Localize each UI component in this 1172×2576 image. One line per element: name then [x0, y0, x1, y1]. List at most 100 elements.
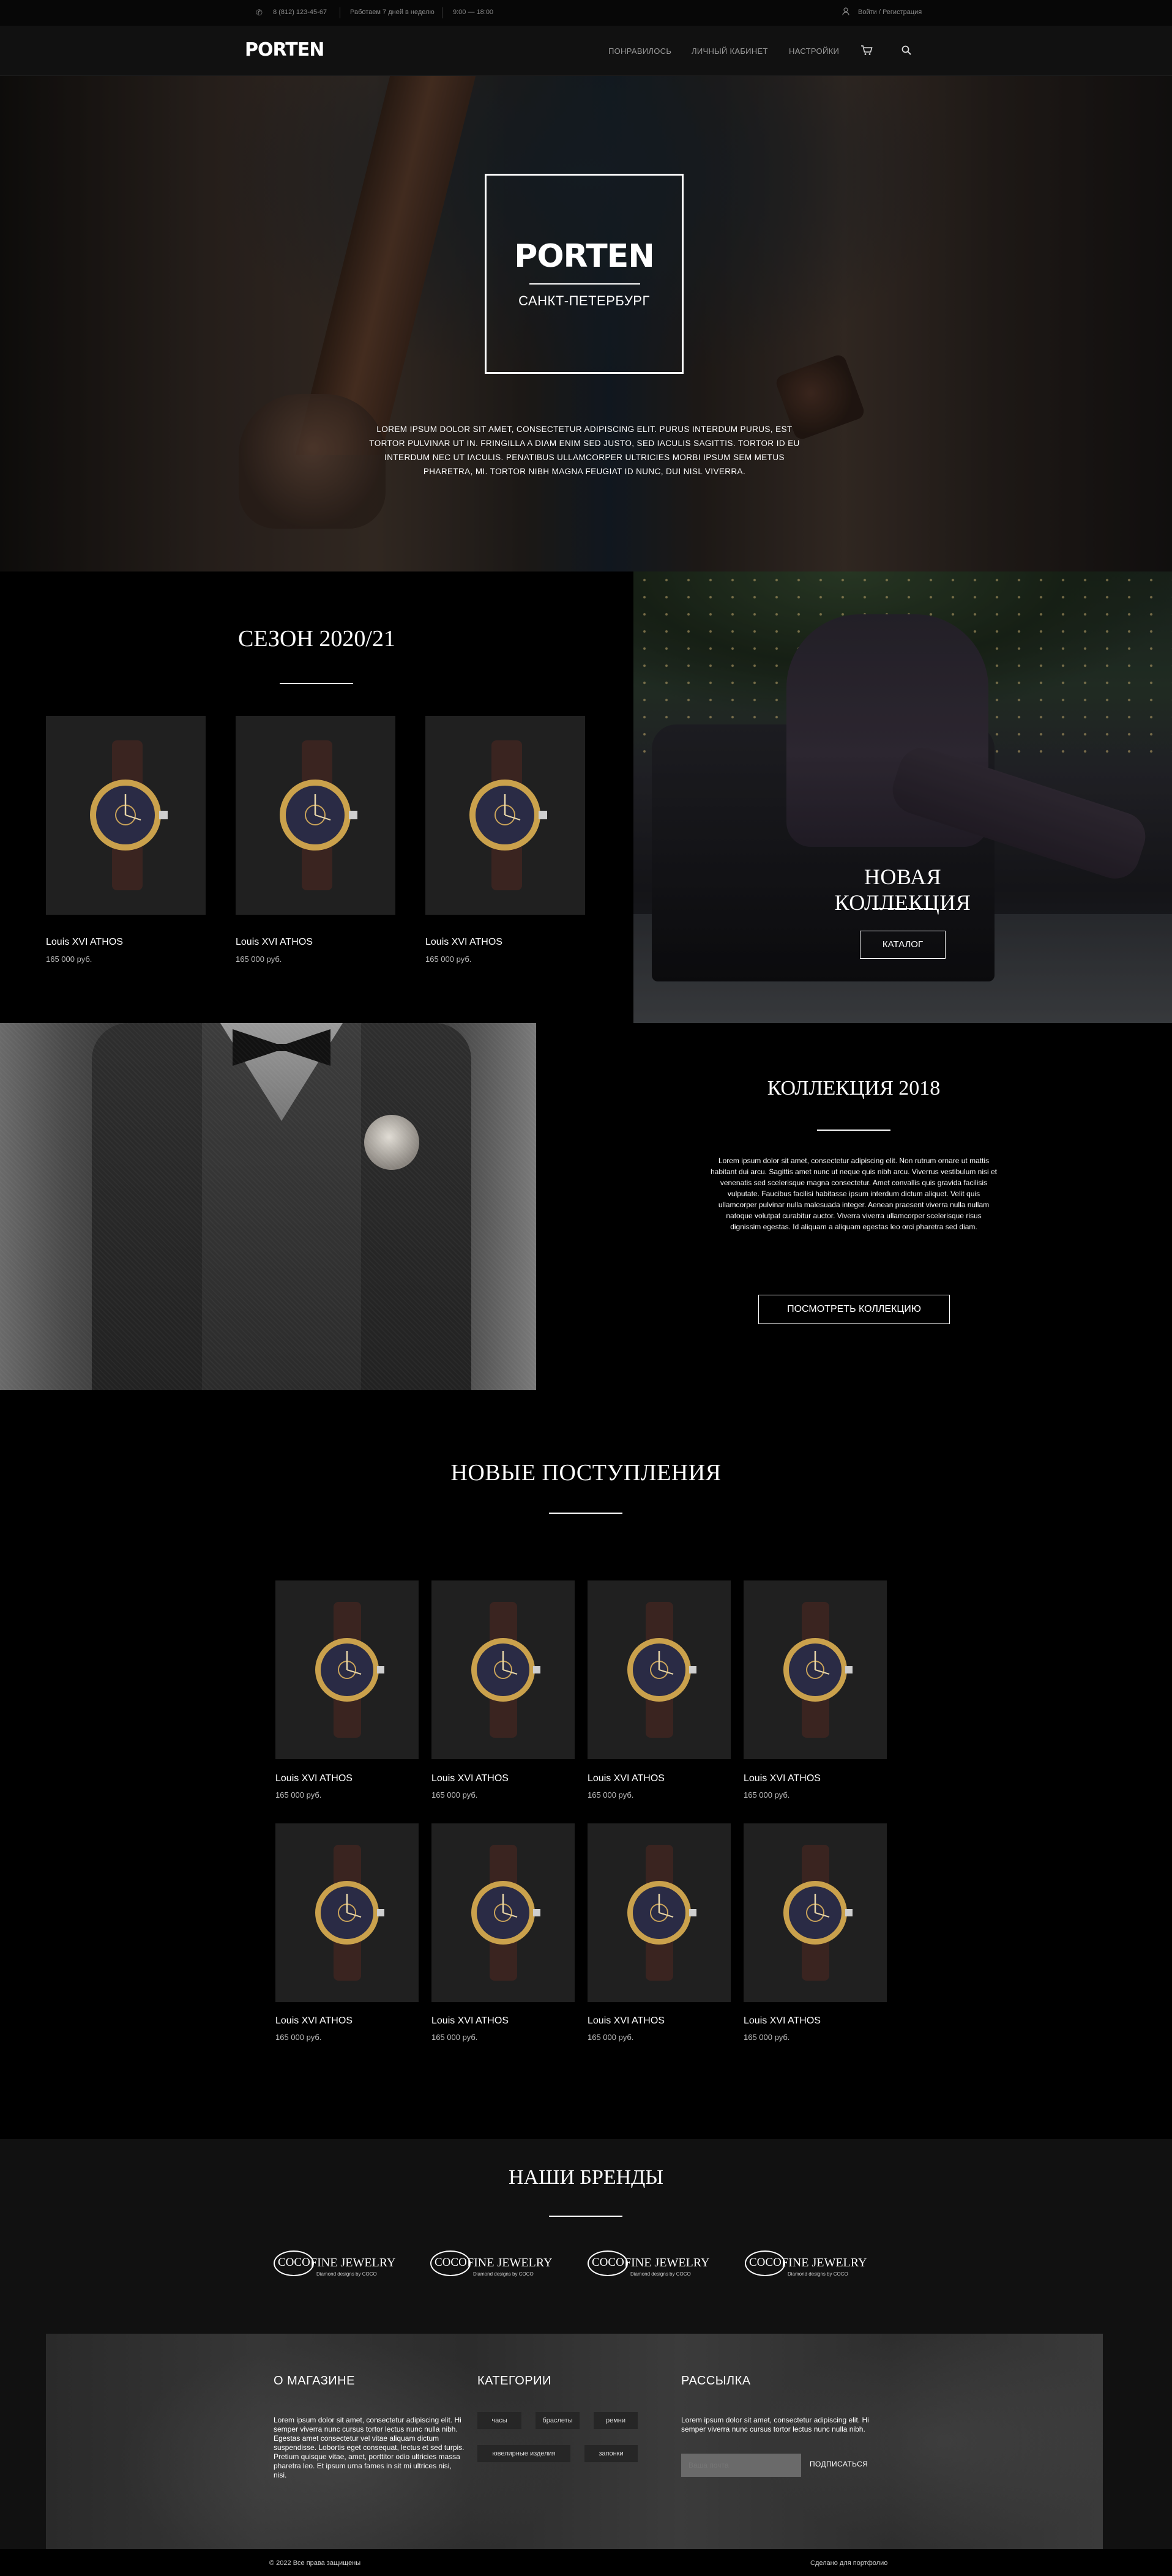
product-image[interactable]	[275, 1580, 419, 1759]
brand-name: FINE JEWELRY	[467, 2256, 553, 2269]
site-logo[interactable]: PORTEN	[245, 39, 324, 61]
product-image[interactable]	[588, 1823, 731, 2002]
collection-2018-divider	[817, 1130, 890, 1131]
watch-icon	[783, 1845, 853, 1981]
brand-oval-text: COCO	[435, 2256, 467, 2269]
product-name[interactable]: Louis XVI ATHOS	[588, 1773, 665, 1784]
season-section: СЕЗОН 2020/21 Louis XVI ATHOS 165 000 ру…	[0, 571, 633, 1023]
login-link[interactable]: Войти / Регистрация	[858, 9, 922, 16]
brand-logo[interactable]: COCO FINE JEWELRY Diamond designs by COC…	[274, 2249, 414, 2280]
product-name[interactable]: Louis XVI ATHOS	[588, 2016, 665, 2027]
footer-newsletter-title: РАССЫЛКА	[681, 2374, 751, 2388]
product-image[interactable]	[236, 716, 395, 915]
hero-title-divider	[529, 283, 640, 285]
product-image[interactable]	[46, 716, 206, 915]
nav-account[interactable]: ЛИЧНЫЙ КАБИНЕТ	[692, 47, 768, 56]
email-input[interactable]	[681, 2454, 801, 2477]
watch-icon	[471, 1602, 540, 1738]
brand-oval-text: COCO	[278, 2256, 310, 2269]
brands-section: НАШИ БРЕНДЫ COCO FINE JEWELRY Diamond de…	[0, 2139, 1172, 2334]
product-name[interactable]: Louis XVI ATHOS	[275, 1773, 353, 1784]
search-icon[interactable]	[901, 45, 911, 58]
product-price: 165 000 руб.	[588, 1790, 634, 1800]
hero-description: LOREM IPSUM DOLOR SIT AMET, CONSECTETUR …	[369, 425, 800, 476]
category-tag[interactable]: ювелирные изделия	[477, 2445, 570, 2462]
top-info-bar: ✆ 8 (812) 123-45-67 Работаем 7 дней в не…	[0, 0, 1172, 26]
phone-icon: ✆	[256, 8, 263, 17]
working-hours: 9:00 — 18:00	[453, 9, 494, 16]
product-image[interactable]	[588, 1580, 731, 1759]
watch-icon	[471, 1845, 540, 1981]
brand-logo[interactable]: COCO FINE JEWELRY Diamond designs by COC…	[430, 2249, 571, 2280]
product-price: 165 000 руб.	[431, 1790, 478, 1800]
brand-logo[interactable]: COCO FINE JEWELRY Diamond designs by COC…	[588, 2249, 728, 2280]
collection-2018-photo	[0, 1023, 536, 1390]
brand-oval-text: COCO	[592, 2256, 624, 2269]
footer-panel: О МАГАЗИНЕ Lorem ipsum dolor sit amet, c…	[46, 2334, 1103, 2549]
cart-icon[interactable]	[860, 45, 873, 59]
user-icon	[842, 7, 849, 18]
product-price: 165 000 руб.	[236, 955, 282, 964]
brand-name: FINE JEWELRY	[782, 2256, 867, 2269]
photo-texture	[0, 1023, 536, 1390]
product-name[interactable]: Louis XVI ATHOS	[744, 1773, 821, 1784]
new-collection-divider	[872, 908, 933, 909]
brand-tagline: Diamond designs by COCO	[473, 2271, 534, 2277]
footer-categories-title: КАТЕГОРИИ	[477, 2374, 551, 2388]
product-name[interactable]: Louis XVI ATHOS	[744, 2016, 821, 2027]
product-image[interactable]	[744, 1823, 887, 2002]
product-name[interactable]: Louis XVI ATHOS	[425, 937, 502, 948]
product-price: 165 000 руб.	[431, 2033, 478, 2042]
product-price: 165 000 руб.	[275, 1790, 322, 1800]
brands-title: НАШИ БРЕНДЫ	[508, 2166, 664, 2189]
portfolio-credit: Сделано для портфолио	[810, 2559, 888, 2567]
subscribe-button[interactable]: ПОДПИСАТЬСЯ	[810, 2460, 868, 2468]
product-price: 165 000 руб.	[744, 1790, 790, 1800]
category-tag[interactable]: ремни	[594, 2412, 638, 2429]
footer-about-title: О МАГАЗИНЕ	[274, 2374, 355, 2388]
category-tag[interactable]: запонки	[584, 2445, 638, 2462]
product-image[interactable]	[425, 716, 585, 915]
product-name[interactable]: Louis XVI ATHOS	[431, 2016, 509, 2027]
product-name[interactable]: Louis XVI ATHOS	[431, 1773, 509, 1784]
hero-banner: PORTEN САНКТ-ПЕТЕРБУРГ LOREM IPSUM DOLOR…	[0, 76, 1172, 571]
footer-photo-texture	[46, 2334, 1103, 2549]
watch-icon	[90, 740, 168, 890]
arrivals-title: НОВЫЕ ПОСТУПЛЕНИЯ	[450, 1460, 722, 1486]
brand-name: FINE JEWELRY	[310, 2256, 396, 2269]
nav-favorites[interactable]: ПОНРАВИЛОСЬ	[608, 47, 671, 56]
brand-tagline: Diamond designs by COCO	[630, 2271, 691, 2277]
hero-subtitle: САНКТ-ПЕТЕРБУРГ	[518, 293, 650, 308]
product-price: 165 000 руб.	[46, 955, 92, 964]
watch-icon	[315, 1602, 384, 1738]
product-price: 165 000 руб.	[275, 2033, 322, 2042]
product-image[interactable]	[431, 1580, 575, 1759]
product-image[interactable]	[431, 1823, 575, 2002]
watch-icon	[315, 1845, 384, 1981]
watch-icon	[783, 1602, 853, 1738]
phone-number[interactable]: 8 (812) 123-45-67	[273, 9, 327, 16]
brand-name: FINE JEWELRY	[624, 2256, 710, 2269]
arrivals-divider	[549, 1513, 622, 1514]
catalog-button[interactable]: КАТАЛОГ	[860, 931, 946, 959]
brands-divider	[549, 2216, 622, 2217]
view-collection-button[interactable]: ПОСМОТРЕТЬ КОЛЛЕКЦИЮ	[758, 1295, 950, 1324]
product-name[interactable]: Louis XVI ATHOS	[46, 937, 123, 948]
category-tag[interactable]: часы	[477, 2412, 521, 2429]
product-name[interactable]: Louis XVI ATHOS	[275, 2016, 353, 2027]
footer-newsletter-text: Lorem ipsum dolor sit amet, consectetur …	[681, 2416, 869, 2433]
product-image[interactable]	[275, 1823, 419, 2002]
footer-about-text: Lorem ipsum dolor sit amet, consectetur …	[274, 2416, 465, 2479]
collection-2018-title: КОЛЛЕКЦИЯ 2018	[767, 1077, 941, 1100]
product-price: 165 000 руб.	[425, 955, 472, 964]
category-tag[interactable]: браслеты	[536, 2412, 580, 2429]
season-divider	[280, 683, 353, 684]
season-title: СЕЗОН 2020/21	[237, 626, 395, 652]
watch-icon	[627, 1602, 696, 1738]
watch-icon	[469, 740, 547, 890]
nav-settings[interactable]: НАСТРОЙКИ	[789, 47, 839, 56]
copyright: © 2022 Все права защищены	[269, 2559, 361, 2567]
product-image[interactable]	[744, 1580, 887, 1759]
brand-logo[interactable]: COCO FINE JEWELRY Diamond designs by COC…	[745, 2249, 886, 2280]
product-name[interactable]: Louis XVI ATHOS	[236, 937, 313, 948]
